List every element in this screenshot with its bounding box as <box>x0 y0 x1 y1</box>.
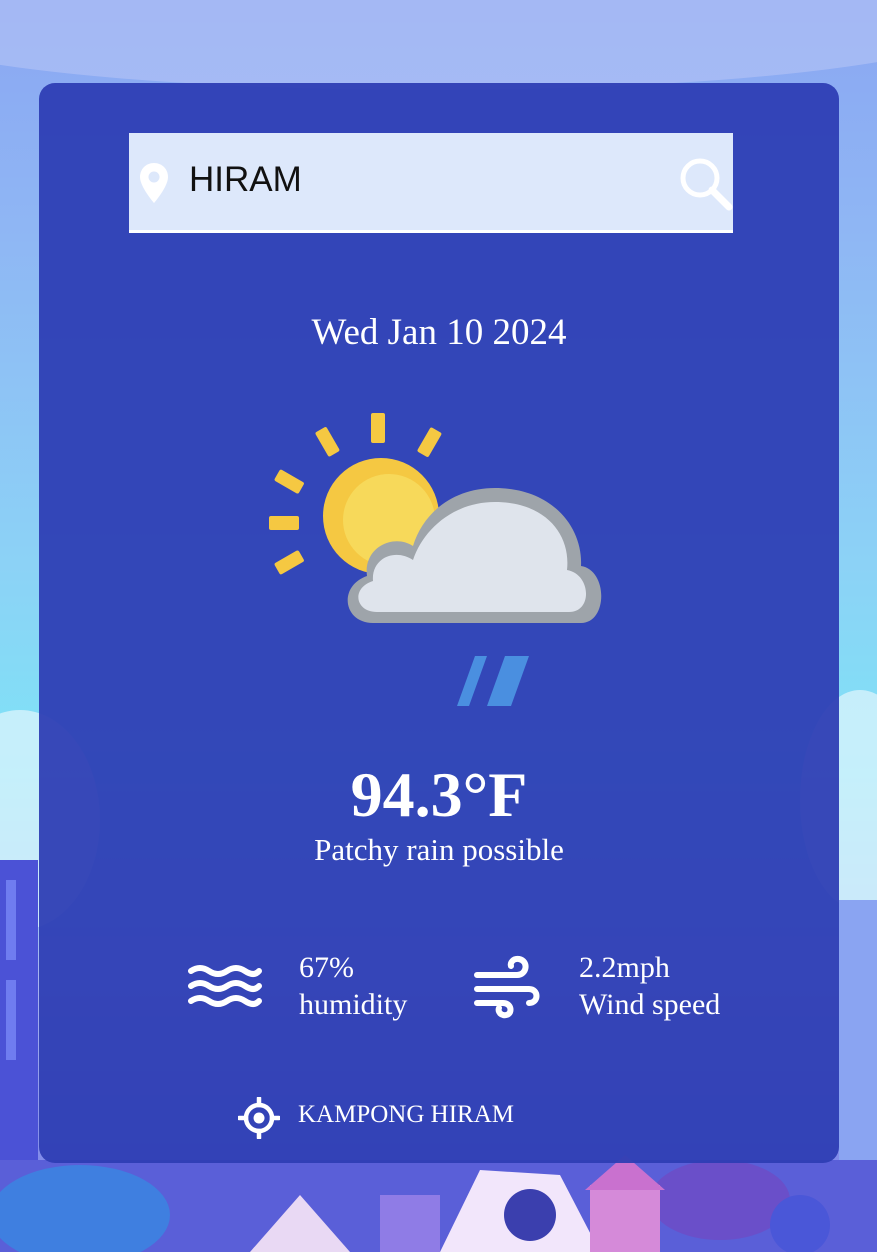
wind-icon <box>474 955 540 1019</box>
humidity-info: 67% humidity <box>299 949 407 1023</box>
weather-condition: Patchy rain possible <box>314 832 564 867</box>
partly-cloudy-rain-icon <box>269 413 602 706</box>
temperature: 94.3°F <box>350 759 528 830</box>
wind-value: 2.2mph <box>579 951 670 984</box>
current-date: Wed Jan 10 2024 <box>311 312 567 353</box>
crosshair-location-icon <box>238 1097 280 1139</box>
humidity-label: humidity <box>299 988 408 1021</box>
humidity-waves-icon <box>188 965 262 1007</box>
humidity-value: 67% <box>299 951 354 984</box>
magnifier-icon[interactable] <box>677 155 733 211</box>
map-pin-icon <box>140 163 168 203</box>
search-input[interactable] <box>189 155 659 205</box>
wind-info: 2.2mph Wind speed <box>579 949 720 1023</box>
wind-label: Wind speed <box>579 988 721 1021</box>
weather-card: Wed Jan 10 2024 94.3°F Patchy rain possi… <box>39 83 839 1163</box>
location-name: KAMPONG HIRAM <box>298 1101 514 1128</box>
search-bar <box>129 133 733 233</box>
